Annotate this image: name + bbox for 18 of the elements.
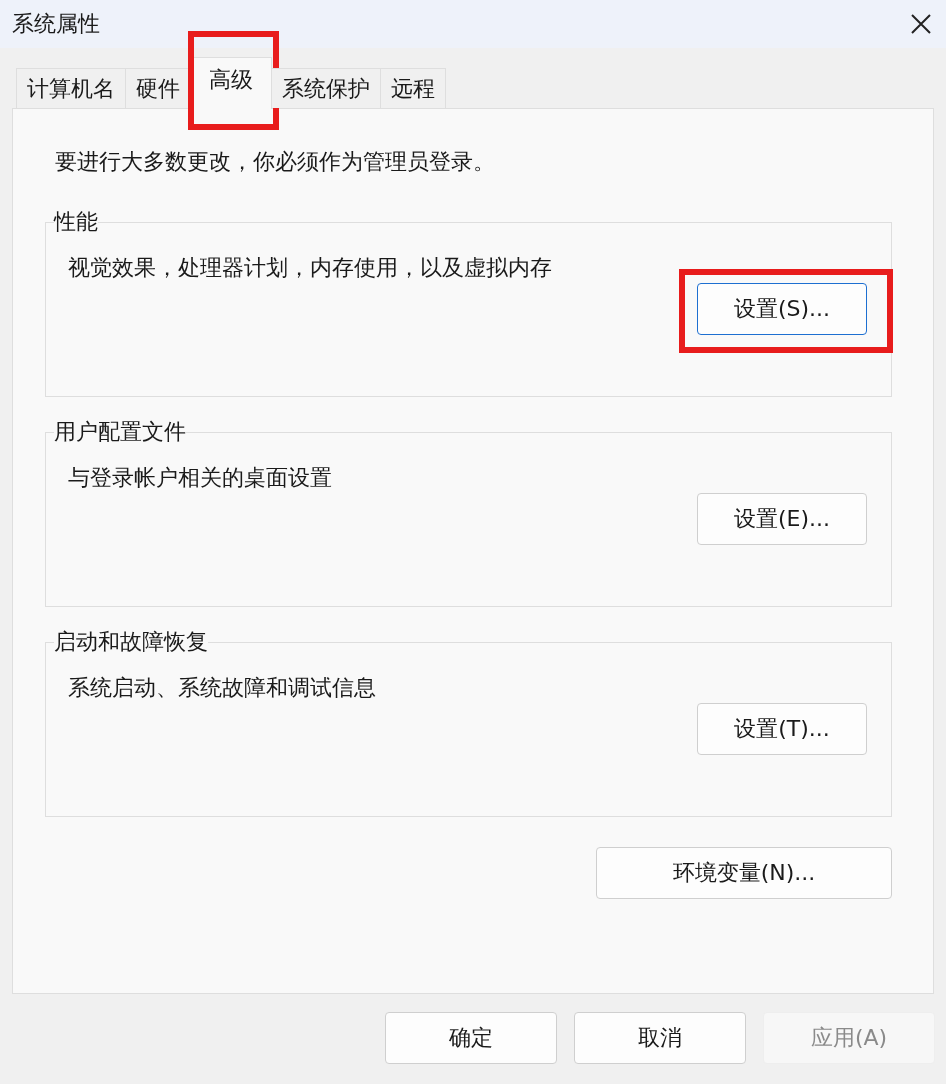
notice-text: 要进行大多数更改，你必须作为管理员登录。 (55, 148, 496, 176)
tab[interactable]: 系统保护 (271, 68, 381, 108)
settings-button[interactable]: 设置(S)... (697, 283, 867, 335)
environment-variables-button[interactable]: 环境变量(N)... (596, 847, 892, 899)
group-description: 系统启动、系统故障和调试信息 (68, 674, 377, 702)
settings-button[interactable]: 设置(E)... (697, 493, 867, 545)
dialog-button[interactable]: 取消 (574, 1012, 746, 1064)
group-description: 视觉效果，处理器计划，内存使用，以及虚拟内存 (68, 254, 553, 282)
group-title: 用户配置文件 (54, 418, 186, 446)
group-description: 与登录帐户相关的桌面设置 (68, 464, 333, 492)
tab[interactable]: 计算机名 (16, 68, 126, 108)
close-icon[interactable] (910, 13, 932, 35)
tab[interactable]: 远程 (380, 68, 446, 108)
window-title: 系统属性 (12, 10, 100, 38)
settings-button[interactable]: 设置(T)... (697, 703, 867, 755)
group-title: 启动和故障恢复 (54, 628, 208, 656)
dialog-button[interactable]: 确定 (385, 1012, 557, 1064)
group-title: 性能 (54, 208, 98, 236)
